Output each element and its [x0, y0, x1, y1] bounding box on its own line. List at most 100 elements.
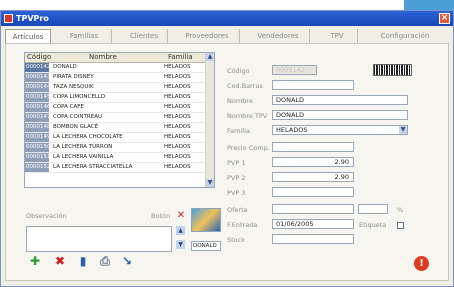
delete-image-icon[interactable]: ✕ [176, 211, 186, 221]
button-caption-field[interactable]: DONALD [191, 241, 221, 251]
cell-family: HELADOS [164, 74, 191, 80]
cell-code: 0000147 [25, 113, 51, 122]
cell-name: TAZA NESQUIK [53, 84, 94, 90]
table-row[interactable]: 0000144 TAZA NESQUIK HELADOS [25, 83, 207, 93]
cell-family: HELADOS [164, 124, 191, 130]
cell-code: 0000143 [25, 73, 51, 82]
cell-code: 0000149 [25, 133, 51, 142]
add-icon[interactable]: ✚ [28, 254, 42, 268]
codigo-label: Código [227, 67, 250, 75]
oferta-label: Oferta [227, 206, 248, 214]
cell-name: LA LECHERA TURRON [53, 144, 113, 150]
col-header-family[interactable]: Familia [168, 53, 193, 62]
table-row[interactable]: 0000145 COPA LIMONCELLO HELADOS [25, 93, 207, 103]
table-row[interactable]: 0000149 LA LECHERA CHOCOLATE HELADOS [25, 133, 207, 143]
cell-name: DONALD [53, 64, 77, 70]
fentrada-label: F.Entrada [227, 221, 258, 229]
cell-name: LA LECHERA STRACCIATELLA [53, 164, 133, 170]
chevron-up-icon[interactable]: ▲ [176, 226, 185, 235]
codbarras-field[interactable] [272, 80, 354, 90]
chevron-up-icon[interactable]: ▲ [206, 53, 214, 61]
app-icon [4, 14, 13, 23]
grid-header: Código Nombre Familia [25, 53, 207, 63]
pvp2-label: PVP 2 [227, 174, 246, 182]
check-icon[interactable]: ↘ [120, 254, 134, 268]
tab-bar: Artículos Familias Clientes Proveedores … [5, 29, 449, 44]
tab-tpv[interactable]: TPV [317, 29, 358, 43]
col-header-name[interactable]: Nombre [89, 53, 117, 62]
cell-name: PIRATA DISNEY [53, 74, 94, 80]
grid-scrollbar[interactable]: ▲ ▼ [205, 53, 214, 187]
cell-name: LA LECHERA CHOCOLATE [53, 134, 123, 140]
cell-family: HELADOS [164, 164, 191, 170]
nombretpv-label: Nombre TPV [227, 112, 268, 120]
fentrada-field[interactable]: 01/06/2005 [272, 219, 354, 229]
cell-family: HELADOS [164, 134, 191, 140]
tab-familias[interactable]: Familias [57, 29, 112, 43]
pvp3-field[interactable] [272, 187, 354, 197]
col-header-code[interactable]: Código [27, 53, 51, 62]
preciocomp-field[interactable] [272, 142, 354, 152]
table-row[interactable]: 0000143 PIRATA DISNEY HELADOS [25, 73, 207, 83]
table-row[interactable]: 0000146 COPA CAFE HELADOS [25, 103, 207, 113]
book-icon[interactable]: ▮ [76, 254, 90, 268]
close-icon[interactable]: × [439, 13, 450, 24]
pvp1-field[interactable]: 2.90 [272, 157, 354, 167]
chevron-down-icon[interactable]: ▼ [206, 179, 214, 187]
codigo-field[interactable]: 0000142 [272, 65, 317, 75]
stock-label: Stock [227, 236, 245, 244]
cell-code: 0000142 [25, 63, 51, 72]
percent-label: % [397, 206, 404, 214]
tab-configuracion[interactable]: Configuración [363, 29, 447, 43]
stock-field[interactable] [272, 234, 354, 244]
observacion-label: Observación [26, 212, 67, 220]
nombre-label: Nombre [227, 97, 253, 105]
pvp2-field[interactable]: 2.90 [272, 172, 354, 182]
boton-label: Botón [151, 212, 171, 220]
cell-family: HELADOS [164, 64, 191, 70]
top-accent-bar [404, 0, 454, 10]
percent-field[interactable] [358, 204, 388, 214]
codbarras-label: Cod.Barras [227, 82, 263, 90]
nombre-field[interactable]: DONALD [272, 95, 408, 105]
table-row[interactable]: 0000151 LA LECHERA VAINILLA HELADOS [25, 153, 207, 163]
title-bar: TPVPro × [1, 11, 453, 26]
cell-family: HELADOS [164, 104, 191, 110]
warning-icon[interactable]: ! [414, 256, 429, 271]
button-image-thumbnail[interactable] [191, 208, 221, 232]
tab-proveedores[interactable]: Proveedores [175, 29, 240, 43]
chevron-down-icon[interactable]: ▼ [399, 126, 407, 134]
cell-name: BOMBON GLACÉ [53, 124, 99, 130]
window-title: TPVPro [16, 14, 49, 23]
oferta-field[interactable] [272, 204, 354, 214]
chevron-down-icon[interactable]: ▼ [176, 240, 185, 249]
cell-code: 0000148 [25, 123, 51, 132]
familia-select[interactable]: HELADOS ▼ [272, 125, 408, 135]
table-row[interactable]: 0000152 LA LECHERA STRACCIATELLA HELADOS [25, 163, 207, 173]
table-row[interactable]: 0000142 DONALD HELADOS [25, 63, 207, 73]
cell-code: 0000144 [25, 83, 51, 92]
cell-family: HELADOS [164, 94, 191, 100]
cell-family: HELADOS [164, 114, 191, 120]
cell-name: COPA LIMONCELLO [53, 94, 106, 100]
cell-family: HELADOS [164, 84, 191, 90]
table-row[interactable]: 0000150 LA LECHERA TURRON HELADOS [25, 143, 207, 153]
cell-code: 0000150 [25, 143, 51, 152]
table-row[interactable]: 0000148 BOMBON GLACÉ HELADOS [25, 123, 207, 133]
pvp3-label: PVP 3 [227, 189, 246, 197]
etiqueta-checkbox[interactable] [397, 222, 404, 229]
tab-articulos[interactable]: Artículos [5, 29, 51, 44]
table-row[interactable]: 0000147 COPA COINTREAU HELADOS [25, 113, 207, 123]
delete-icon[interactable]: ✖ [53, 254, 67, 268]
printer-icon[interactable]: ⎙ [98, 254, 112, 268]
tab-vendedores[interactable]: Vendedores [247, 29, 310, 43]
articles-grid[interactable]: Código Nombre Familia 0000142 DONALD HEL… [24, 52, 215, 188]
nombretpv-field[interactable]: DONALD [272, 110, 408, 120]
barcode-icon[interactable] [373, 64, 412, 76]
cell-code: 0000151 [25, 153, 51, 162]
familia-label: Familia [227, 127, 250, 135]
cell-code: 0000145 [25, 93, 51, 102]
observacion-textarea[interactable] [26, 226, 172, 252]
tab-clientes[interactable]: Clientes [121, 29, 168, 43]
cell-name: COPA COINTREAU [53, 114, 102, 120]
